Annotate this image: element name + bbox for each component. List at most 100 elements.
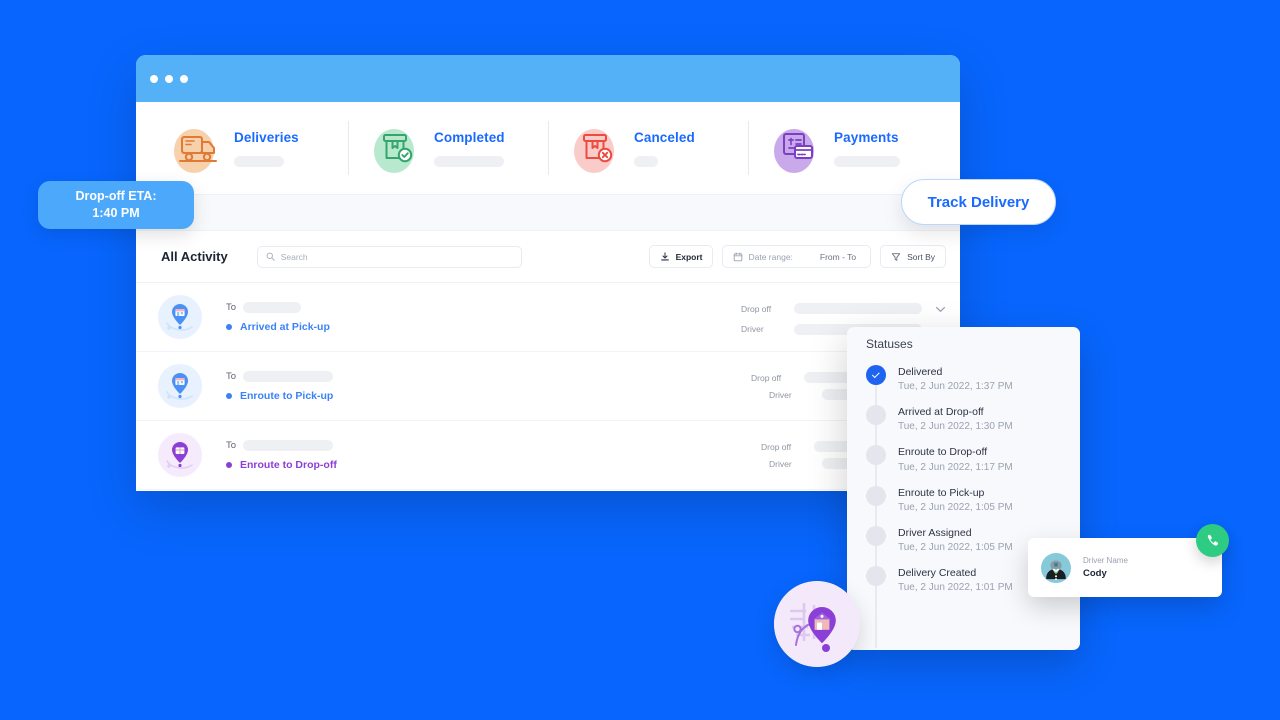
driver-avatar-icon [1041, 552, 1071, 583]
calendar-icon [734, 252, 743, 261]
nav-item-canceled[interactable]: Canceled [548, 117, 748, 179]
status-dot [226, 461, 232, 468]
step-dot-icon [866, 445, 886, 466]
list-item[interactable]: Enroute to Drop-off Tue, 2 Jun 2022, 1:1… [847, 445, 1080, 485]
status-name: Arrived at Drop-off [898, 406, 984, 419]
dropoff-value-skeleton [794, 303, 922, 314]
driver-label: Driver [741, 324, 764, 334]
eta-title: Drop-off ETA: [75, 189, 157, 204]
nav-skeleton-deliveries [234, 156, 284, 167]
truck-icon [172, 121, 226, 175]
track-delivery-button[interactable]: Track Delivery [901, 179, 1056, 225]
status-name: Enroute to Drop-off [898, 446, 988, 459]
row-status-label: Arrived at Pick-up [240, 320, 330, 333]
statuses-panel: Statuses Delivered Tue, 2 Jun 2022, 1:37… [847, 327, 1080, 650]
box-cancel-icon [572, 121, 626, 175]
box-check-icon [372, 121, 426, 175]
status-time: Tue, 2 Jun 2022, 1:01 PM [898, 582, 1013, 594]
search-icon [266, 252, 275, 261]
status-dot [226, 392, 232, 399]
to-value-skeleton [243, 439, 334, 451]
status-time: Tue, 2 Jun 2022, 1:17 PM [898, 461, 1013, 473]
driver-label: Driver [769, 458, 792, 469]
status-time: Tue, 2 Jun 2022, 1:05 PM [898, 501, 1013, 513]
status-name: Enroute to Pick-up [898, 486, 985, 499]
table-row[interactable]: To Arrived at Pick-up Drop off Driver [136, 283, 960, 352]
nav-skeleton-completed [434, 156, 504, 167]
driver-card[interactable]: Driver Name Cody [1028, 538, 1222, 597]
status-time: Tue, 2 Jun 2022, 1:30 PM [898, 421, 1013, 433]
window-minimize-dot[interactable] [165, 74, 173, 83]
to-label: To [226, 439, 237, 451]
sort-by-button[interactable]: Sort By [880, 245, 946, 268]
export-button[interactable]: Export [648, 245, 714, 268]
phone-icon [1207, 533, 1218, 546]
pickup-pin-icon [158, 295, 202, 339]
browser-window: Deliveries Completed Canceled Payments A… [136, 55, 960, 491]
secondary-strip [136, 195, 960, 231]
status-time: Tue, 2 Jun 2022, 1:37 PM [898, 381, 1013, 393]
dropoff-label: Drop off [751, 372, 782, 383]
table-row[interactable]: To Enroute to Pick-up Drop off Driver [136, 352, 960, 421]
search-input[interactable]: Search [256, 245, 522, 268]
table-row[interactable]: To Enroute to Drop-off Drop off Driver [136, 421, 960, 490]
download-icon [660, 251, 669, 260]
nav-skeleton-payments [834, 156, 900, 167]
to-value-skeleton [243, 370, 334, 382]
search-placeholder: Search [280, 251, 308, 262]
nav-item-payments[interactable]: Payments [748, 117, 948, 179]
step-dot-icon [866, 485, 886, 506]
status-name: Driver Assigned [898, 526, 972, 539]
map-pin-house-icon [774, 581, 860, 667]
date-range-button[interactable]: Date range: From - To [722, 245, 872, 268]
activity-toolbar: All Activity Search Export Date range: F… [136, 231, 960, 283]
nav-label-deliveries: Deliveries [234, 130, 299, 145]
invoice-card-icon [772, 121, 826, 175]
driver-name-label: Driver Name [1083, 556, 1128, 565]
nav-label-completed: Completed [434, 130, 505, 145]
date-range-value: From - To [819, 251, 857, 262]
page-title: All Activity [161, 249, 228, 264]
eta-time: 1:40 PM [92, 206, 140, 220]
to-label: To [226, 301, 237, 313]
row-status-label: Enroute to Pick-up [240, 389, 334, 402]
list-item[interactable]: Enroute to Pick-up Tue, 2 Jun 2022, 1:05… [847, 485, 1080, 526]
to-value-skeleton [243, 301, 302, 313]
nav-item-completed[interactable]: Completed [348, 117, 548, 179]
dropoff-eta-badge: Drop-off ETA: 1:40 PM [38, 181, 194, 229]
export-label: Export [675, 251, 703, 262]
list-item[interactable]: Arrived at Drop-off Tue, 2 Jun 2022, 1:3… [847, 405, 1080, 445]
driver-name-value: Cody [1083, 568, 1107, 579]
date-range-label: Date range: [748, 251, 793, 262]
filter-icon [891, 252, 901, 261]
pickup-pin-icon [158, 364, 202, 408]
step-dot-icon [866, 565, 886, 586]
nav-label-payments: Payments [834, 130, 899, 145]
step-dot-icon [866, 405, 886, 426]
status-dot [226, 323, 232, 330]
window-close-dot[interactable] [150, 74, 158, 83]
status-time: Tue, 2 Jun 2022, 1:05 PM [898, 541, 1013, 553]
check-icon [866, 365, 886, 385]
to-label: To [226, 370, 237, 382]
nav-item-deliveries[interactable]: Deliveries [148, 117, 348, 179]
statuses-title: Statuses [866, 337, 913, 351]
activity-list: To Arrived at Pick-up Drop off Driver To… [136, 283, 960, 490]
track-delivery-label: Track Delivery [927, 193, 1030, 211]
nav-label-canceled: Canceled [634, 130, 695, 145]
chevron-down-icon[interactable] [935, 300, 946, 318]
dropoff-label: Drop off [761, 441, 792, 452]
window-titlebar [136, 55, 960, 102]
nav-skeleton-canceled [634, 156, 658, 167]
top-navigation: Deliveries Completed Canceled Payments [136, 102, 960, 195]
step-dot-icon [866, 525, 886, 546]
dropoff-label: Drop off [741, 303, 772, 314]
call-driver-button[interactable] [1196, 524, 1229, 557]
list-item[interactable]: Delivered Tue, 2 Jun 2022, 1:37 PM [847, 365, 1080, 405]
status-name: Delivery Created [898, 566, 977, 579]
window-maximize-dot[interactable] [180, 74, 188, 83]
dropoff-pin-icon [158, 433, 202, 477]
row-status-label: Enroute to Drop-off [240, 458, 337, 471]
sort-by-label: Sort By [907, 251, 935, 262]
status-name: Delivered [898, 366, 943, 378]
